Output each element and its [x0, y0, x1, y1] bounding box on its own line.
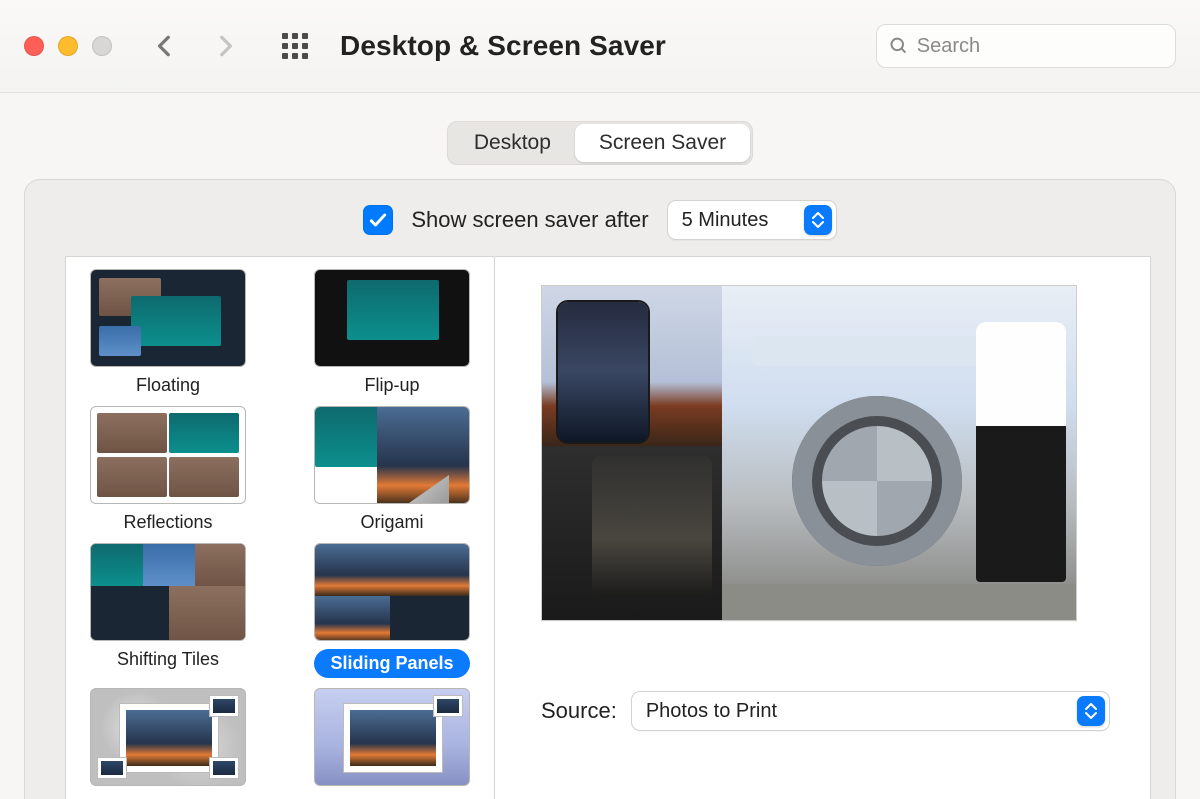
screensaver-thumb — [90, 406, 246, 504]
screensaver-item-holiday-mobile[interactable] — [300, 688, 484, 794]
screensaver-preview — [541, 285, 1077, 621]
source-row: Source: Photos to Print — [541, 691, 1110, 731]
screensaver-item-floating[interactable]: Floating — [76, 269, 260, 396]
screensaver-label: Origami — [360, 512, 423, 533]
screen-saver-panel: Show screen saver after 5 Minutes Floa — [24, 179, 1176, 799]
tab-desktop[interactable]: Desktop — [450, 124, 575, 162]
window-controls — [24, 36, 112, 56]
show-after-checkbox[interactable] — [363, 205, 393, 235]
chevron-left-icon — [152, 29, 178, 63]
screensaver-item-flipup[interactable]: Flip-up — [300, 269, 484, 396]
screensaver-label-selected: Sliding Panels — [314, 649, 469, 678]
titlebar: Desktop & Screen Saver — [0, 0, 1200, 93]
screensaver-item-shifting-tiles[interactable]: Shifting Tiles — [76, 543, 260, 678]
zoom-window-button — [92, 36, 112, 56]
popup-stepper-icon — [804, 205, 832, 235]
screensaver-item-sliding-panels[interactable]: Sliding Panels — [300, 543, 484, 678]
screensaver-thumb — [314, 688, 470, 786]
screensaver-thumb — [90, 543, 246, 641]
preview-tile-1 — [542, 286, 722, 446]
minimize-window-button[interactable] — [58, 36, 78, 56]
screensaver-thumb — [314, 269, 470, 367]
checkmark-icon — [368, 210, 388, 230]
page-title: Desktop & Screen Saver — [340, 30, 666, 62]
search-icon — [889, 35, 909, 57]
source-label: Source: — [541, 698, 617, 724]
show-after-row: Show screen saver after 5 Minutes — [25, 180, 1175, 256]
close-window-button[interactable] — [24, 36, 44, 56]
screensaver-item-reflections[interactable]: Reflections — [76, 406, 260, 533]
show-all-preferences-button[interactable] — [280, 31, 310, 61]
back-button[interactable] — [152, 29, 178, 63]
tab-screen-saver[interactable]: Screen Saver — [575, 124, 750, 162]
preview-tile-3 — [722, 286, 1076, 620]
search-input[interactable] — [917, 35, 1163, 58]
popup-stepper-icon — [1077, 696, 1105, 726]
preview-tile-2 — [542, 446, 722, 620]
screensaver-thumb — [90, 269, 246, 367]
tab-bar: Desktop Screen Saver — [24, 121, 1176, 165]
screensaver-thumb — [314, 543, 470, 641]
screensaver-list[interactable]: Floating Flip-up Reflections — [65, 256, 495, 799]
source-value: Photos to Print — [646, 700, 777, 723]
screensaver-preview-pane: Source: Photos to Print — [495, 256, 1151, 799]
screensaver-label: Reflections — [123, 512, 212, 533]
content-split: Floating Flip-up Reflections — [25, 256, 1175, 799]
screensaver-label: Shifting Tiles — [117, 649, 219, 670]
nav-arrows — [152, 29, 238, 63]
source-popup[interactable]: Photos to Print — [631, 691, 1110, 731]
chevron-right-icon — [212, 29, 238, 63]
screensaver-label: Flip-up — [364, 375, 419, 396]
main-content: Desktop Screen Saver Show screen saver a… — [0, 121, 1200, 799]
show-after-popup[interactable]: 5 Minutes — [667, 200, 837, 240]
screensaver-thumb — [314, 406, 470, 504]
screensaver-item-photo-mobile[interactable] — [76, 688, 260, 794]
screensaver-item-origami[interactable]: Origami — [300, 406, 484, 533]
apps-grid-icon — [280, 31, 310, 61]
show-after-label: Show screen saver after — [411, 207, 648, 233]
search-field[interactable] — [876, 24, 1176, 68]
forward-button — [212, 29, 238, 63]
screensaver-thumb — [90, 688, 246, 786]
show-after-value: 5 Minutes — [682, 209, 769, 232]
screensaver-label: Floating — [136, 375, 200, 396]
tab-segmented-control: Desktop Screen Saver — [447, 121, 753, 165]
